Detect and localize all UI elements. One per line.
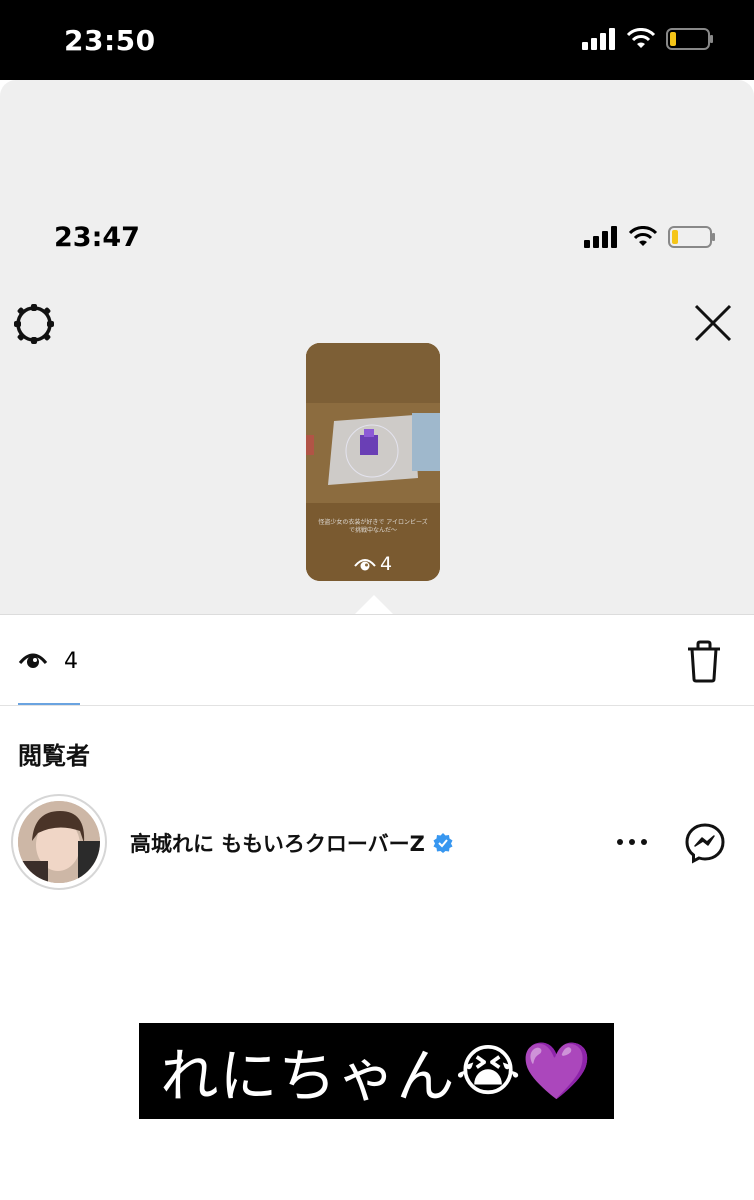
avatar-photo: [18, 801, 100, 883]
avatar-image: [18, 801, 100, 883]
viewer-name-text: 高城れに ももいろクローバーZ: [130, 832, 425, 856]
story-preview-area: 23:47 怪盗少女の衣装が好きで アイロンビーズで挑戦中なんだ〜 4: [0, 80, 754, 615]
verified-badge-icon: [433, 833, 453, 853]
outer-status-time: 23:50: [64, 24, 156, 57]
story-view-count-value: 4: [379, 553, 393, 575]
story-image: [306, 343, 440, 581]
messenger-icon[interactable]: [684, 822, 726, 864]
stats-row: 4: [0, 615, 754, 705]
eye-icon[interactable]: [18, 649, 48, 671]
story-view-count: 4: [306, 553, 440, 575]
inner-status-bar: 23:47: [0, 220, 754, 260]
battery-icon: [668, 226, 715, 248]
story-caption: 怪盗少女の衣装が好きで アイロンビーズで挑戦中なんだ〜: [318, 519, 428, 534]
avatar[interactable]: [11, 794, 107, 890]
signal-icon: [582, 28, 615, 50]
story-thumbnail[interactable]: 怪盗少女の衣装が好きで アイロンビーズで挑戦中なんだ〜 4: [306, 343, 440, 581]
overlay-caption-emoji: 😭💜: [455, 1039, 593, 1104]
viewers-heading: 閲覧者: [18, 742, 90, 770]
inner-status-time: 23:47: [54, 222, 140, 253]
outer-status-bar: 23:50: [0, 0, 754, 80]
preview-pointer: [354, 595, 394, 615]
gear-icon[interactable]: [12, 302, 56, 346]
viewer-row[interactable]: 高城れに ももいろクローバーZ: [0, 792, 754, 892]
divider: [0, 705, 754, 706]
more-icon[interactable]: [612, 832, 652, 852]
trash-icon[interactable]: [684, 639, 724, 683]
wifi-icon: [626, 28, 656, 48]
signal-icon: [584, 226, 617, 248]
overlay-caption: れにちゃん 😭💜: [139, 1023, 614, 1119]
views-count: 4: [64, 649, 78, 674]
inner-status-icons: [584, 226, 716, 248]
battery-icon: [666, 28, 713, 50]
eye-icon: [354, 559, 376, 571]
outer-status-icons: [582, 28, 714, 50]
close-icon[interactable]: [692, 302, 734, 344]
overlay-caption-text: れにちゃん: [160, 1042, 456, 1110]
viewer-name[interactable]: 高城れに ももいろクローバーZ: [130, 828, 453, 858]
wifi-icon: [628, 226, 658, 246]
